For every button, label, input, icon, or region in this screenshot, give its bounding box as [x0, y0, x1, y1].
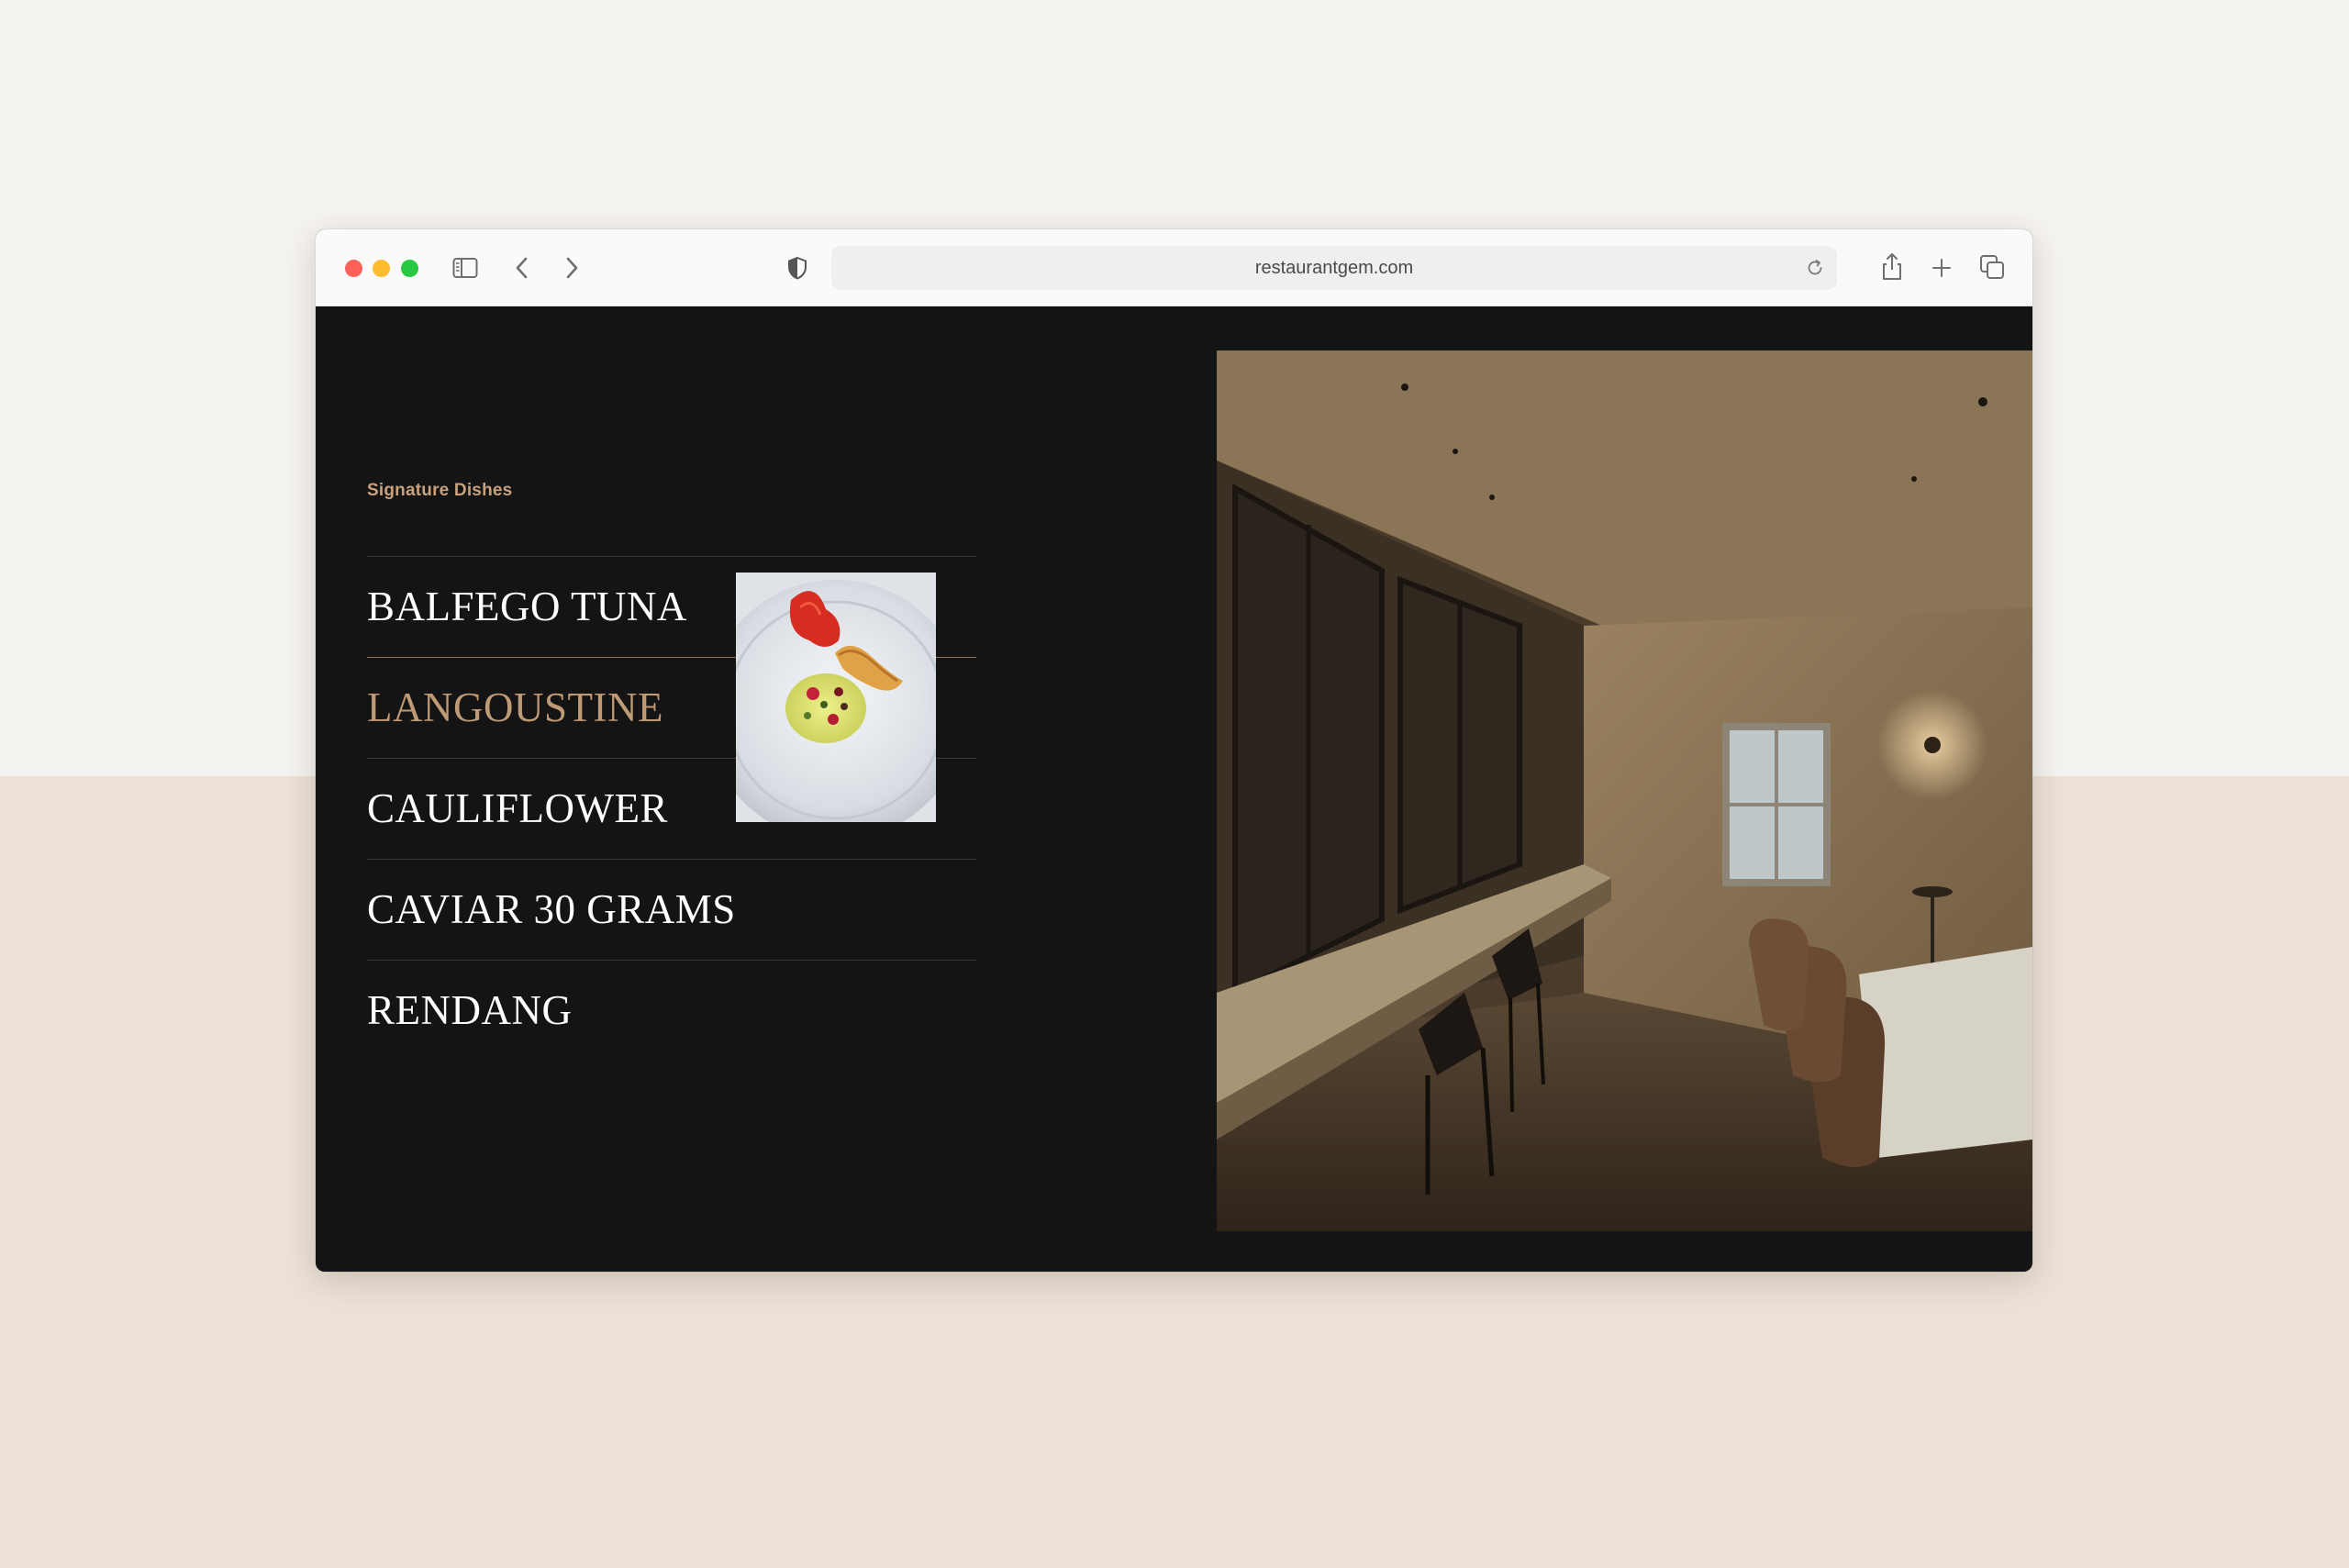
back-icon[interactable] [510, 254, 534, 282]
address-bar[interactable]: restaurantgem.com [831, 246, 1837, 290]
tabs-overview-icon[interactable] [1978, 253, 2006, 281]
zoom-window-button[interactable] [401, 260, 418, 277]
dish-item-rendang[interactable]: RENDANG [367, 960, 573, 1061]
browser-window: restaurantgem.com Signature Dishes BALFE… [316, 229, 2032, 1272]
reload-icon[interactable] [1804, 257, 1826, 279]
browser-toolbar: restaurantgem.com [316, 229, 2032, 306]
forward-icon[interactable] [560, 254, 584, 282]
dish-item-langoustine[interactable]: LANGOUSTINE [367, 657, 663, 758]
minimize-window-button[interactable] [373, 260, 390, 277]
dish-item-caviar[interactable]: CAVIAR 30 GRAMS [367, 859, 736, 960]
section-label: Signature Dishes [367, 481, 513, 500]
dish-item-cauliflower[interactable]: CAULIFLOWER [367, 758, 668, 859]
close-window-button[interactable] [345, 260, 362, 277]
url-text[interactable]: restaurantgem.com [831, 246, 1837, 290]
share-icon[interactable] [1879, 250, 1905, 283]
new-tab-icon[interactable] [1929, 255, 1954, 281]
dish-item-balfego-tuna[interactable]: BALFEGO TUNA [367, 556, 687, 657]
restaurant-interior-image [1217, 350, 2032, 1231]
dish-preview-image [736, 573, 936, 822]
restaurant-page: Signature Dishes BALFEGO TUNA LANGOUSTIN… [316, 306, 2032, 1272]
sidebar-icon[interactable] [451, 254, 479, 282]
shield-icon[interactable] [785, 253, 809, 283]
